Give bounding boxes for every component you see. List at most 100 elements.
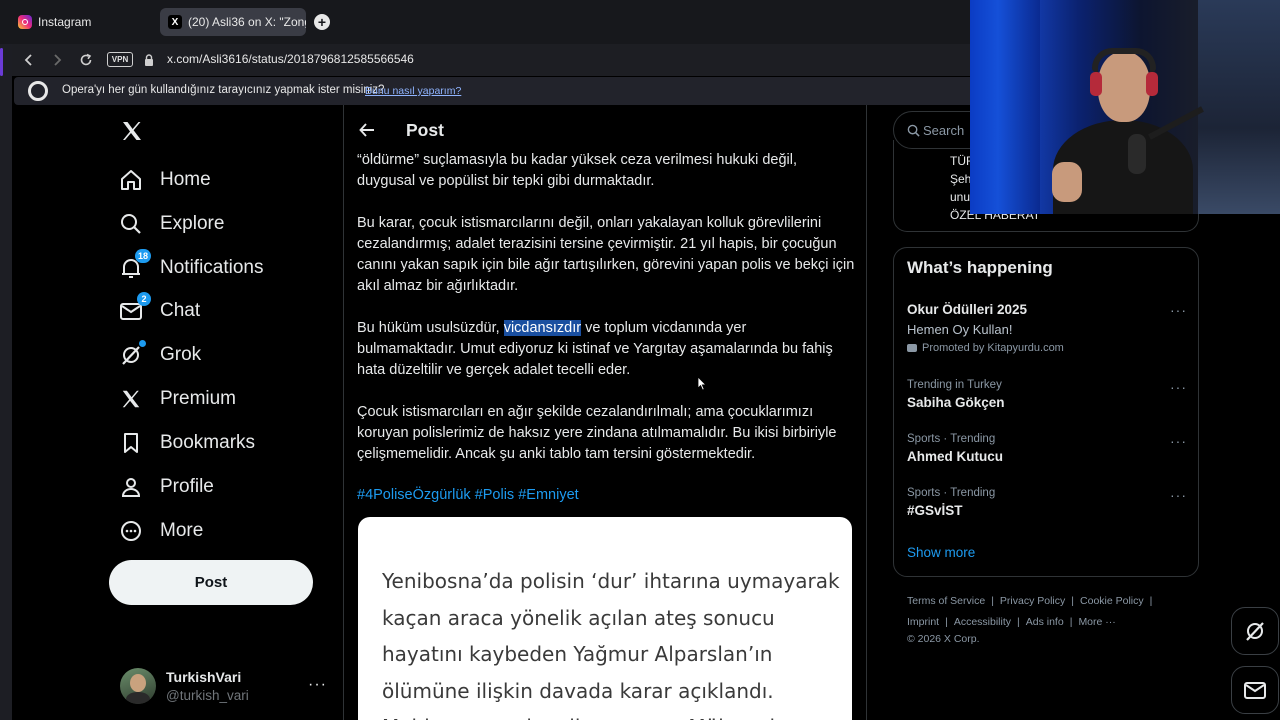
hashtag-link[interactable]: #Emniyet <box>518 487 578 503</box>
search-icon <box>906 123 920 137</box>
forward-icon[interactable] <box>48 51 66 69</box>
sidebar-item-label: Chat <box>160 300 201 321</box>
grok-icon <box>118 340 146 368</box>
mail-icon: 2 <box>118 292 151 324</box>
grok-float-button[interactable] <box>1231 607 1279 655</box>
footer-link[interactable]: Cookie Policy <box>1080 595 1144 607</box>
main-right-border <box>866 105 867 720</box>
trend-title: Okur Ödülleri 2025 <box>907 302 1028 317</box>
footer-links-row-2: Imprint | Accessibility | Ads info | More ··· <box>907 616 1116 628</box>
trend-category: Sports · Trending <box>907 487 996 499</box>
hashtag-link[interactable]: #4PoliseÖzgürlük <box>357 487 471 503</box>
sidebar-item-notifications[interactable]: 18 Notifications <box>118 249 264 283</box>
tweet-paragraph-4: Çocuk istismarcıları en ağır şekilde cez… <box>357 404 837 462</box>
trend-more-icon[interactable]: ··· <box>1170 487 1187 503</box>
footer-link[interactable]: Privacy Policy <box>1000 595 1065 607</box>
footer-separator: | <box>1069 616 1073 628</box>
footer-link[interactable]: Terms of Service <box>907 595 985 607</box>
account-handle: @turkish_vari <box>166 688 249 703</box>
sidebar-item-chat[interactable]: 2 Chat <box>118 292 201 326</box>
messages-float-button[interactable] <box>1231 666 1279 714</box>
panel-title: What’s happening <box>907 258 1053 277</box>
trend-more-icon[interactable]: ··· <box>1170 433 1187 449</box>
account-name: TurkishVari <box>166 669 242 685</box>
image-article-text: Yenibosna’da polisin ‘dur’ ihtarına uyma… <box>382 563 840 720</box>
more-circle-icon <box>118 518 144 544</box>
vpn-badge[interactable]: VPN <box>107 52 133 67</box>
post-button[interactable]: Post <box>109 560 313 605</box>
tweet-hashtags: #4PoliseÖzgürlük #Polis #Emniyet <box>357 485 857 506</box>
tweet-paragraph-3: Bu hüküm usulsüzdür, vicdansızdır ve top… <box>357 318 837 381</box>
footer-link[interactable]: Accessibility <box>954 616 1011 628</box>
tweet-image[interactable]: Yenibosna’da polisin ‘dur’ ihtarına uyma… <box>358 517 852 720</box>
footer-link[interactable]: Ads info <box>1026 616 1064 628</box>
page-title: Post <box>406 120 444 140</box>
x-icon <box>118 386 144 412</box>
headphone-cup <box>1090 72 1102 96</box>
show-more-link[interactable]: Show more <box>907 545 975 560</box>
sidebar-item-home[interactable]: Home <box>118 165 211 195</box>
avatar[interactable] <box>120 668 156 704</box>
x-logo-icon[interactable] <box>119 117 145 145</box>
reload-icon[interactable] <box>77 51 95 69</box>
webcam-overlay <box>970 0 1280 214</box>
url-field[interactable]: x.com/Asli3616/status/201879681258556654… <box>167 52 414 66</box>
sidebar-item-label: Profile <box>160 476 214 497</box>
background-shelf <box>1198 0 1280 214</box>
trend-title: Sabiha Gökçen <box>907 395 1005 410</box>
mic-arm <box>1148 106 1204 140</box>
trend-item[interactable]: Sports · Trending Ahmed Kutucu ··· <box>907 433 1187 473</box>
sidebar-accent <box>0 48 3 76</box>
sidebar-item-profile[interactable]: Profile <box>118 472 214 502</box>
lock-icon[interactable] <box>143 53 155 67</box>
search-icon <box>118 211 144 237</box>
image-text-line: kaçan araca yönelik açılan ateş sonucu <box>382 605 775 630</box>
tab-instagram[interactable]: Instagram <box>10 8 158 36</box>
trend-promoted[interactable]: Okur Ödülleri 2025 Hemen Oy Kullan! Prom… <box>907 302 1187 362</box>
image-text-line: Yenibosna’da polisin ‘dur’ ihtarına uyma… <box>382 569 840 593</box>
footer-separator: | <box>991 595 994 607</box>
sidebar-item-premium[interactable]: Premium <box>118 384 236 414</box>
hashtag-link[interactable]: #Polis <box>475 487 515 503</box>
tweet-text: Bu hüküm usulsüzdür, <box>357 320 504 336</box>
tab-label: (20) Asli36 on X: "Zonguld <box>188 15 306 29</box>
selected-text: vicdansızdır <box>503 320 582 336</box>
trend-item[interactable]: Sports · Trending #GSvİST ··· <box>907 487 1187 527</box>
headphone-cup <box>1146 72 1158 96</box>
trend-item[interactable]: Trending in Turkey Sabiha Gökçen ··· <box>907 379 1187 419</box>
trend-more-icon[interactable]: ··· <box>1170 302 1187 318</box>
back-icon[interactable] <box>20 51 38 69</box>
trend-category: Sports · Trending <box>907 433 996 445</box>
tweet-paragraph-2: Bu karar, çocuk istismarcılarını değil, … <box>357 215 855 294</box>
footer-link[interactable]: More ··· <box>1078 616 1115 628</box>
footer-link[interactable]: Imprint <box>907 616 939 628</box>
mail-icon <box>1243 678 1267 702</box>
new-tab-button[interactable]: + <box>314 14 330 30</box>
sidebar-item-label: Notifications <box>160 257 264 278</box>
infobar-message: Opera'yı her gün kullandığınız tarayıcın… <box>62 84 385 96</box>
person-hand <box>1052 162 1082 202</box>
tweet-paragraph-1: “öldürme” suçlamasıyla bu kadar yüksek c… <box>357 152 798 189</box>
sidebar-item-more[interactable]: More <box>118 516 203 546</box>
x-logo-icon: X <box>168 15 182 29</box>
sidebar-item-explore[interactable]: Explore <box>118 209 224 239</box>
footer-separator: | <box>1017 616 1020 628</box>
headphones <box>1092 48 1156 72</box>
instagram-icon <box>18 15 32 29</box>
sidebar-item-label: Bookmarks <box>160 432 256 453</box>
footer-links-row-1: Terms of Service | Privacy Policy | Cookie P… <box>907 595 1158 607</box>
sidebar-item-label: Home <box>160 169 211 190</box>
trend-subtitle: Hemen Oy Kullan! <box>907 322 1013 337</box>
sidebar-item-bookmarks[interactable]: Bookmarks <box>118 428 255 458</box>
trend-more-icon[interactable]: ··· <box>1170 379 1187 395</box>
trend-category: Trending in Turkey <box>907 379 1002 391</box>
promoted-line: Promoted by Kitapyurdu.com <box>907 342 1187 354</box>
back-arrow-icon[interactable] <box>356 119 378 141</box>
tab-x-post[interactable]: X (20) Asli36 on X: "Zonguld <box>160 8 306 36</box>
infobar-link[interactable]: Bunu nasıl yaparım? <box>365 85 461 97</box>
home-icon <box>118 167 144 193</box>
sidebar-item-grok[interactable]: Grok <box>118 340 201 370</box>
opera-sidebar-strip <box>0 44 12 720</box>
account-menu-icon[interactable]: ··· <box>308 676 327 694</box>
bell-icon: 18 <box>118 249 151 281</box>
